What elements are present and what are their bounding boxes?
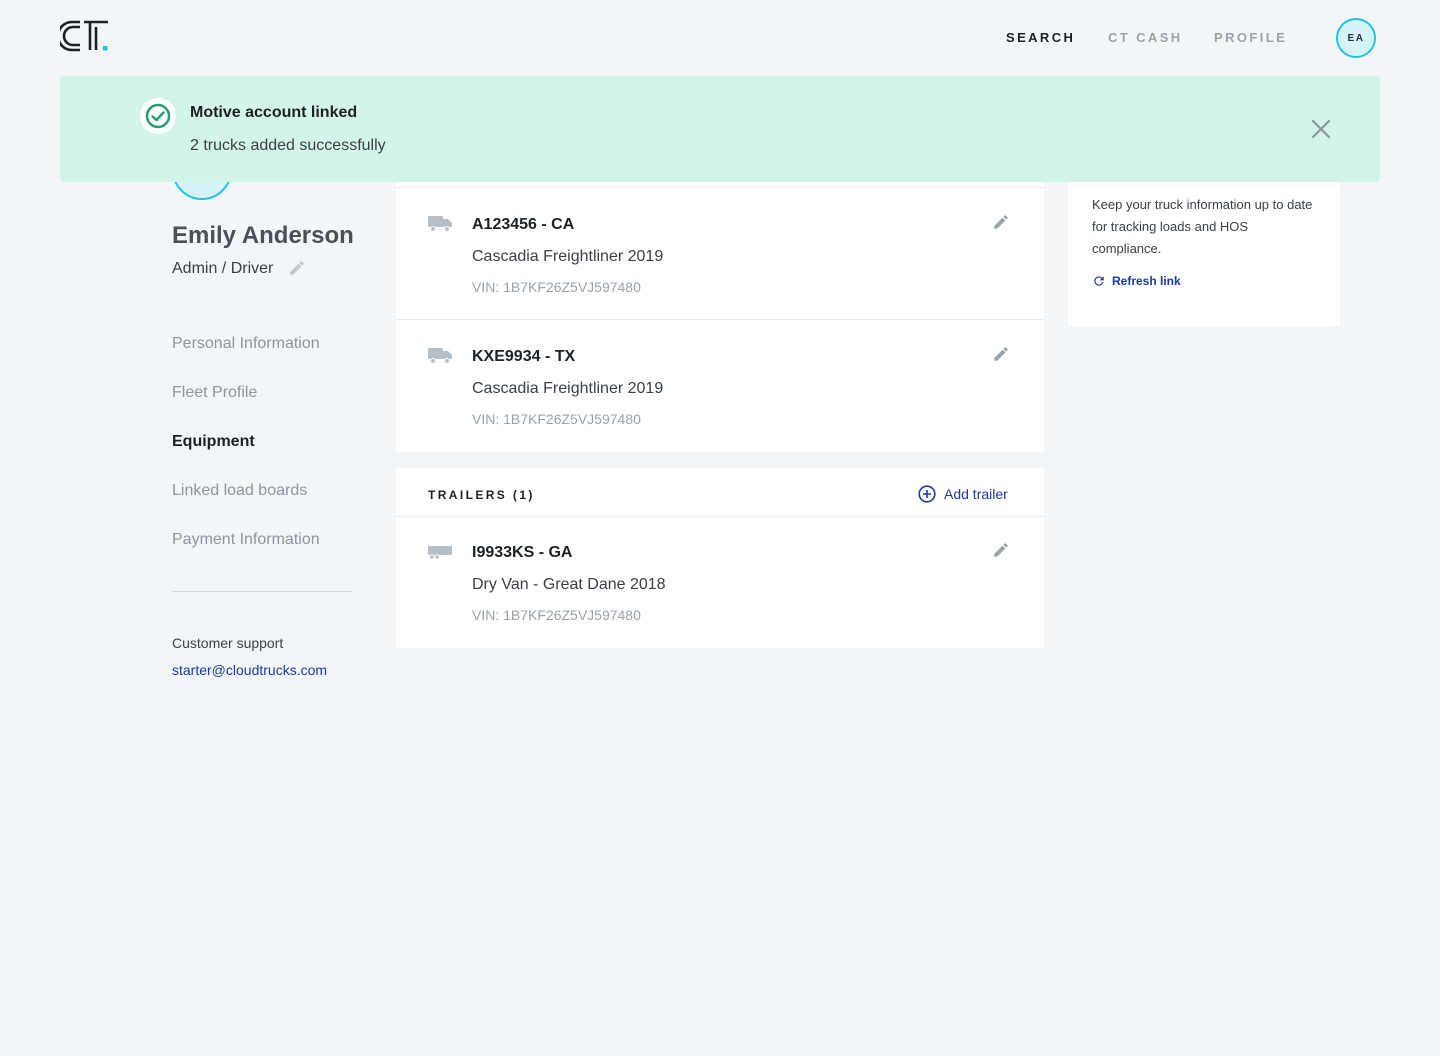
truck-model: Cascadia Freightliner 2019	[472, 248, 664, 265]
refresh-link-label: Refresh link	[1112, 274, 1181, 288]
sidebar-item-personal-information[interactable]: Personal Information	[172, 335, 320, 353]
plus-circle-icon	[918, 485, 936, 503]
nav-ct-cash[interactable]: CT CASH	[1108, 30, 1183, 45]
refresh-link-button[interactable]: Refresh link	[1092, 274, 1181, 288]
nav-profile[interactable]: PROFILE	[1214, 30, 1287, 45]
truck-model: Cascadia Freightliner 2019	[472, 380, 664, 397]
truck-icon	[428, 348, 452, 364]
edit-truck-pencil-icon[interactable]	[992, 345, 1010, 363]
truck-vin: VIN: 1B7KF26Z5VJ597480	[472, 279, 641, 295]
truck-icon	[428, 216, 452, 232]
edit-role-pencil-icon[interactable]	[288, 259, 306, 277]
user-role: Admin / Driver	[172, 260, 274, 277]
close-icon[interactable]	[1310, 118, 1332, 140]
sidebar-item-linked-load-boards[interactable]: Linked load boards	[172, 482, 307, 500]
truck-vin: VIN: 1B7KF26Z5VJ597480	[472, 411, 641, 427]
row-divider	[396, 516, 1044, 517]
toast-title: Motive account linked	[190, 104, 358, 121]
truck-plate: KXE9934 - TX	[472, 348, 576, 365]
user-name: Emily Anderson	[172, 222, 354, 249]
customer-support-label: Customer support	[172, 635, 284, 651]
support-email-link[interactable]: starter@cloudtrucks.com	[172, 662, 327, 678]
success-check-circle	[140, 98, 176, 134]
success-toast: Motive account linked 2 trucks added suc…	[60, 76, 1380, 182]
edit-trailer-pencil-icon[interactable]	[992, 541, 1010, 559]
trailer-icon	[428, 546, 452, 560]
sidebar-item-payment-information[interactable]: Payment Information	[172, 531, 320, 549]
add-trailer-label: Add trailer	[944, 486, 1008, 502]
user-avatar-button[interactable]: EA	[1336, 18, 1376, 58]
sidebar-item-equipment[interactable]: Equipment	[172, 433, 255, 451]
trailer-vin: VIN: 1B7KF26Z5VJ597480	[472, 607, 641, 623]
toast-message: 2 trucks added successfully	[190, 137, 386, 154]
trailers-heading: TRAILERS (1)	[428, 488, 535, 502]
refresh-icon	[1094, 276, 1104, 286]
trailers-card: TRAILERS (1) Add trailer I9933KS - GA Dr…	[396, 468, 1044, 648]
sidebar-item-fleet-profile[interactable]: Fleet Profile	[172, 384, 257, 402]
trailer-plate: I9933KS - GA	[472, 544, 573, 561]
nav-search[interactable]: SEARCH	[1006, 30, 1075, 45]
top-header: SEARCH CT CASH PROFILE EA	[0, 0, 1440, 76]
row-divider	[396, 187, 1044, 188]
add-trailer-button[interactable]: Add trailer	[918, 485, 1008, 503]
cloudtrucks-logo[interactable]	[60, 19, 112, 53]
sidebar-divider	[172, 591, 352, 592]
edit-truck-pencil-icon[interactable]	[992, 213, 1010, 231]
trailer-model: Dry Van - Great Dane 2018	[472, 576, 666, 593]
check-circle-icon	[145, 103, 171, 129]
truck-plate: A123456 - CA	[472, 216, 575, 233]
info-text: Keep your truck information up to date f…	[1092, 197, 1313, 256]
row-divider	[396, 319, 1044, 320]
trucks-card: A123456 - CA Cascadia Freightliner 2019 …	[396, 150, 1044, 452]
